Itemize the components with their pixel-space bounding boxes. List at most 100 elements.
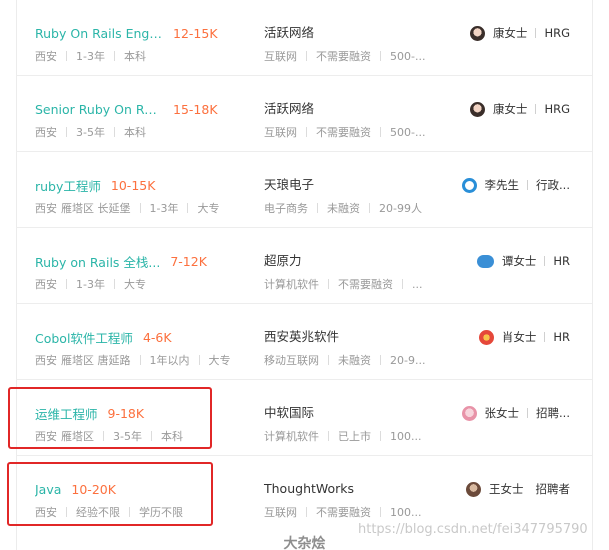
company-info: 超原力 计算机软件 不需要融资 ... [264,252,434,292]
recruiter-name: 肖女士 [501,330,537,344]
job-row[interactable]: Cobol软件工程师 4-6K 西安 雁塔区 唐延路 1年以内 大专 西安英兆软… [16,304,592,380]
job-city: 西安 [35,278,57,291]
recruiter-name: 张女士 [484,406,520,420]
job-row[interactable]: Ruby On Rails Engi... 12-15K 西安 1-3年 本科 … [16,0,592,76]
company-name[interactable]: 西安英兆软件 [264,328,434,346]
company-industry: 互联网 [264,50,297,63]
divider [113,127,115,137]
company-info: 中软国际 计算机软件 已上市 100... [264,404,434,444]
job-salary: 15-18K [173,101,218,117]
recruiter-info: 李先生 行政... [461,176,570,194]
job-salary: 12-15K [173,25,218,41]
job-row[interactable]: Senior Ruby On Rai... 15-18K 西安 3-5年 本科 … [16,76,592,152]
caption: 大杂烩 [283,536,326,550]
recruiter-name: 谭女士 [501,254,537,268]
company-name[interactable]: 中软国际 [264,404,434,422]
divider [544,256,546,266]
company-industry: 互联网 [264,126,297,139]
job-district: 雁塔区 长延堡 [61,202,131,215]
company-info: ThoughtWorks 互联网 不需要融资 100... [264,480,434,520]
recruiter-role: 招聘者 [535,482,571,496]
recruiter-info: 张女士 招聘... [461,404,570,422]
job-row[interactable]: ruby工程师 10-15K 西安 雁塔区 长延堡 1-3年 大专 天琅电子 电… [16,152,592,228]
job-salary: 4-6K [142,329,172,345]
job-experience: 1年以内 [149,354,190,367]
job-city: 西安 [35,126,57,139]
recruiter-info: 肖女士 HR [478,328,570,346]
company-name[interactable]: 天琅电子 [264,176,434,194]
company-size: 100... [390,505,422,519]
recruiter-role: HRG [544,102,570,116]
company-name[interactable]: 超原力 [264,252,434,270]
divider [113,279,115,289]
recruiter-avatar [478,329,494,345]
company-info: 活跃网络 互联网 不需要融资 500-... [264,24,434,64]
recruiter-avatar [469,101,485,117]
highlight-box [8,387,212,449]
divider [527,180,529,190]
company-financing: 不需要融资 [316,506,371,519]
company-size: 500-... [390,125,426,139]
divider [317,203,318,213]
divider [198,355,200,365]
recruiter-role: HR [553,330,570,344]
job-title[interactable]: ruby工程师 [35,176,101,195]
job-education: 大专 [197,202,220,215]
divider [527,408,529,418]
recruiter-avatar [476,254,494,268]
company-name[interactable]: ThoughtWorks [264,480,434,498]
job-list: Ruby On Rails Engi... 12-15K 西安 1-3年 本科 … [16,0,592,532]
recruiter-avatar [461,405,477,421]
job-primary: ruby工程师 10-15K 西安 雁塔区 长延堡 1-3年 大专 [35,176,255,216]
company-name[interactable]: 活跃网络 [264,24,434,42]
recruiter-info: 谭女士 HR [476,252,570,270]
recruiter-role: HR [553,254,570,268]
job-title[interactable]: Senior Ruby On Rai... [35,102,163,117]
recruiter-info: 康女士 HRG [469,24,570,42]
divider [380,127,381,137]
recruiter-name: 康女士 [492,102,528,116]
divider [66,127,67,137]
recruiter-role: HRG [544,26,570,40]
job-education: 大专 [208,354,231,367]
job-title[interactable]: Cobol软件工程师 [35,328,133,347]
recruiter-avatar [469,25,485,41]
job-experience: 1-3年 [149,202,179,215]
company-industry: 电子商务 [264,202,308,215]
right-border [592,0,593,550]
divider [369,203,370,213]
divider [113,51,115,61]
job-experience: 3-5年 [76,126,105,139]
job-education: 本科 [123,50,146,63]
recruiter-name: 康女士 [492,26,528,40]
job-list-panel: Ruby On Rails Engi... 12-15K 西安 1-3年 本科 … [0,0,609,550]
company-industry: 计算机软件 [264,430,319,443]
company-info: 活跃网络 互联网 不需要融资 500-... [264,100,434,140]
job-primary: Cobol软件工程师 4-6K 西安 雁塔区 唐延路 1年以内 大专 [35,328,255,368]
job-row[interactable]: Ruby on Rails 全栈... 7-12K 西安 1-3年 大专 超原力… [16,228,592,304]
company-industry: 互联网 [264,506,297,519]
recruiter-info: 王女士 招聘者 [466,480,570,498]
company-name[interactable]: 活跃网络 [264,100,434,118]
job-experience: 1-3年 [76,50,105,63]
recruiter-name: 王女士 [489,482,524,496]
company-financing: 不需要融资 [316,126,371,139]
job-salary: 7-12K [170,253,207,269]
recruiter-role: 招聘... [536,406,570,420]
job-city: 西安 [35,354,57,367]
divider [380,51,381,61]
highlight-box [7,462,213,526]
company-financing: 未融资 [327,202,360,215]
job-title[interactable]: Ruby on Rails 全栈... [35,252,160,271]
divider [328,355,329,365]
company-size: 20-9... [390,353,426,367]
company-size: 100... [390,429,422,443]
recruiter-role: 行政... [536,178,570,192]
divider [544,332,546,342]
divider [535,28,537,38]
job-title[interactable]: Ruby On Rails Engi... [35,26,163,41]
company-financing: 不需要融资 [316,50,371,63]
divider [139,355,141,365]
job-city: 西安 [35,202,57,215]
divider [187,203,189,213]
